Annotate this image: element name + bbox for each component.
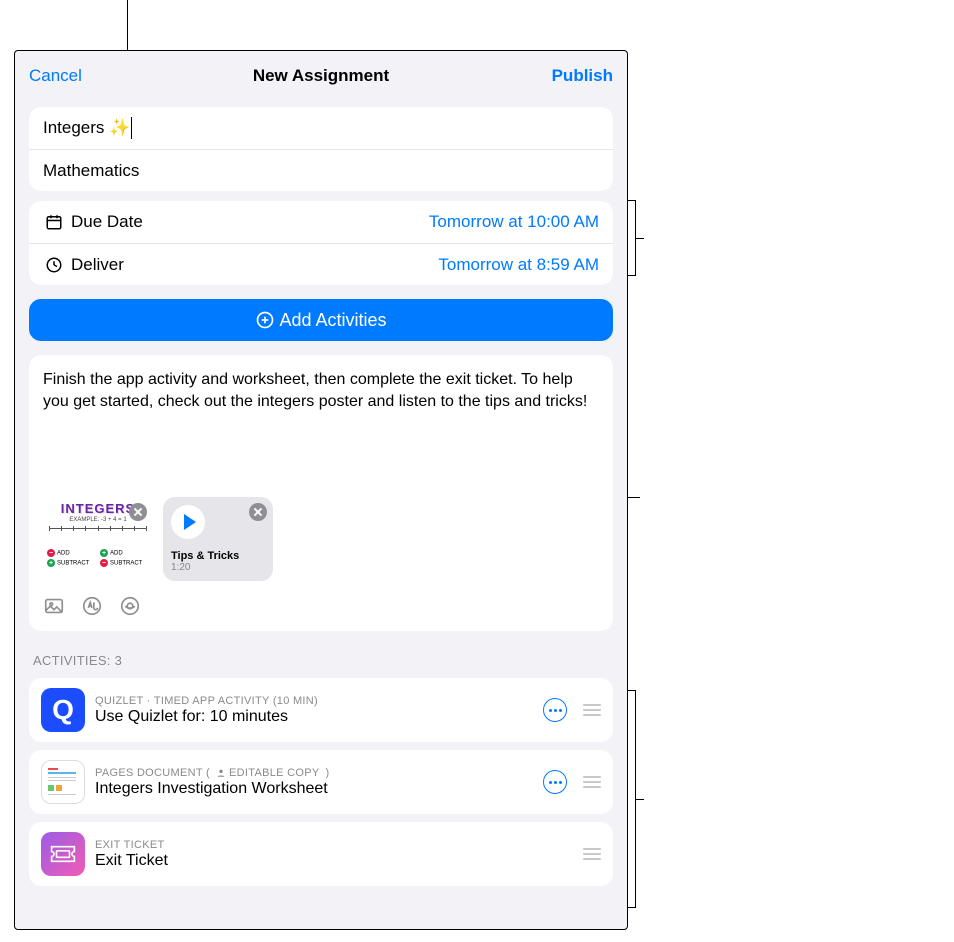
activity-row-worksheet[interactable]: PAGES DOCUMENT ( EDITABLE COPY ) Integer…: [29, 750, 613, 814]
exit-ticket-icon: [41, 832, 85, 876]
deliver-row[interactable]: Deliver Tomorrow at 8:59 AM: [29, 243, 613, 285]
deliver-value: Tomorrow at 8:59 AM: [438, 255, 599, 275]
activity-more-button[interactable]: [543, 698, 567, 722]
pages-document-icon: [41, 760, 85, 804]
instructions-card: Finish the app activity and worksheet, t…: [29, 355, 613, 631]
activity-row-quizlet[interactable]: Q QUIZLET · TIMED APP ACTIVITY (10 MIN) …: [29, 678, 613, 742]
number-line-graphic: [49, 528, 147, 546]
clock-icon: [43, 256, 65, 274]
assignment-class-text: Mathematics: [43, 161, 139, 181]
audio-name: Tips & Tricks: [171, 550, 265, 562]
insert-drawing-icon[interactable]: [81, 595, 103, 617]
plus-circle-icon: [255, 310, 275, 330]
due-date-label: Due Date: [71, 212, 429, 232]
poster-legend: −ADD +ADD +SUBTRACT −SUBTRACT: [47, 549, 149, 567]
activity-title: Exit Ticket: [95, 852, 569, 870]
insert-image-icon[interactable]: [43, 595, 65, 617]
audio-duration: 1:20: [171, 562, 265, 573]
activity-meta: QUIZLET · TIMED APP ACTIVITY (10 MIN): [95, 695, 533, 707]
activity-meta: PAGES DOCUMENT ( EDITABLE COPY ): [95, 767, 533, 779]
insert-audio-icon[interactable]: [119, 595, 141, 617]
attachments-row: INTEGERS EXAMPLE: -3 + 4 = 1 −ADD +ADD +…: [43, 497, 599, 581]
add-activities-label: Add Activities: [279, 310, 386, 331]
due-date-value: Tomorrow at 10:00 AM: [429, 212, 599, 232]
assignment-title-text: Integers ✨: [43, 118, 130, 138]
remove-attachment-button[interactable]: [129, 503, 147, 521]
title-class-card: Integers ✨ Mathematics: [29, 107, 613, 191]
drag-handle-icon[interactable]: [579, 776, 601, 788]
due-date-row[interactable]: Due Date Tomorrow at 10:00 AM: [29, 201, 613, 243]
modal-header: Cancel New Assignment Publish: [15, 55, 627, 97]
schedule-card: Due Date Tomorrow at 10:00 AM Deliver To…: [29, 201, 613, 285]
play-icon[interactable]: [171, 505, 205, 539]
instructions-field[interactable]: Finish the app activity and worksheet, t…: [43, 369, 599, 469]
attachment-tips-audio[interactable]: Tips & Tricks 1:20: [163, 497, 273, 581]
remove-attachment-button[interactable]: [249, 503, 267, 521]
activities-header: ACTIVITIES: 3: [33, 653, 613, 668]
calendar-icon: [43, 213, 65, 231]
drag-handle-icon[interactable]: [579, 848, 601, 860]
attachment-toolbar: [43, 595, 599, 617]
activity-title: Integers Investigation Worksheet: [95, 780, 533, 798]
attachment-integers-poster[interactable]: INTEGERS EXAMPLE: -3 + 4 = 1 −ADD +ADD +…: [43, 497, 153, 581]
add-activities-button[interactable]: Add Activities: [29, 299, 613, 341]
assignment-title-field[interactable]: Integers ✨: [29, 107, 613, 149]
person-icon: [216, 768, 226, 778]
publish-button[interactable]: Publish: [538, 55, 627, 97]
deliver-label: Deliver: [71, 255, 438, 275]
drag-handle-icon[interactable]: [579, 704, 601, 716]
activity-row-exit-ticket[interactable]: EXIT TICKET Exit Ticket: [29, 822, 613, 886]
assignment-class-field[interactable]: Mathematics: [29, 149, 613, 191]
activity-meta: EXIT TICKET: [95, 839, 569, 851]
modal-title: New Assignment: [15, 55, 627, 97]
quizlet-app-icon: Q: [41, 688, 85, 732]
activity-more-button[interactable]: [543, 770, 567, 794]
text-cursor: [131, 117, 132, 139]
activity-title: Use Quizlet for: 10 minutes: [95, 708, 533, 726]
new-assignment-panel: Cancel New Assignment Publish Integers ✨…: [14, 50, 628, 930]
